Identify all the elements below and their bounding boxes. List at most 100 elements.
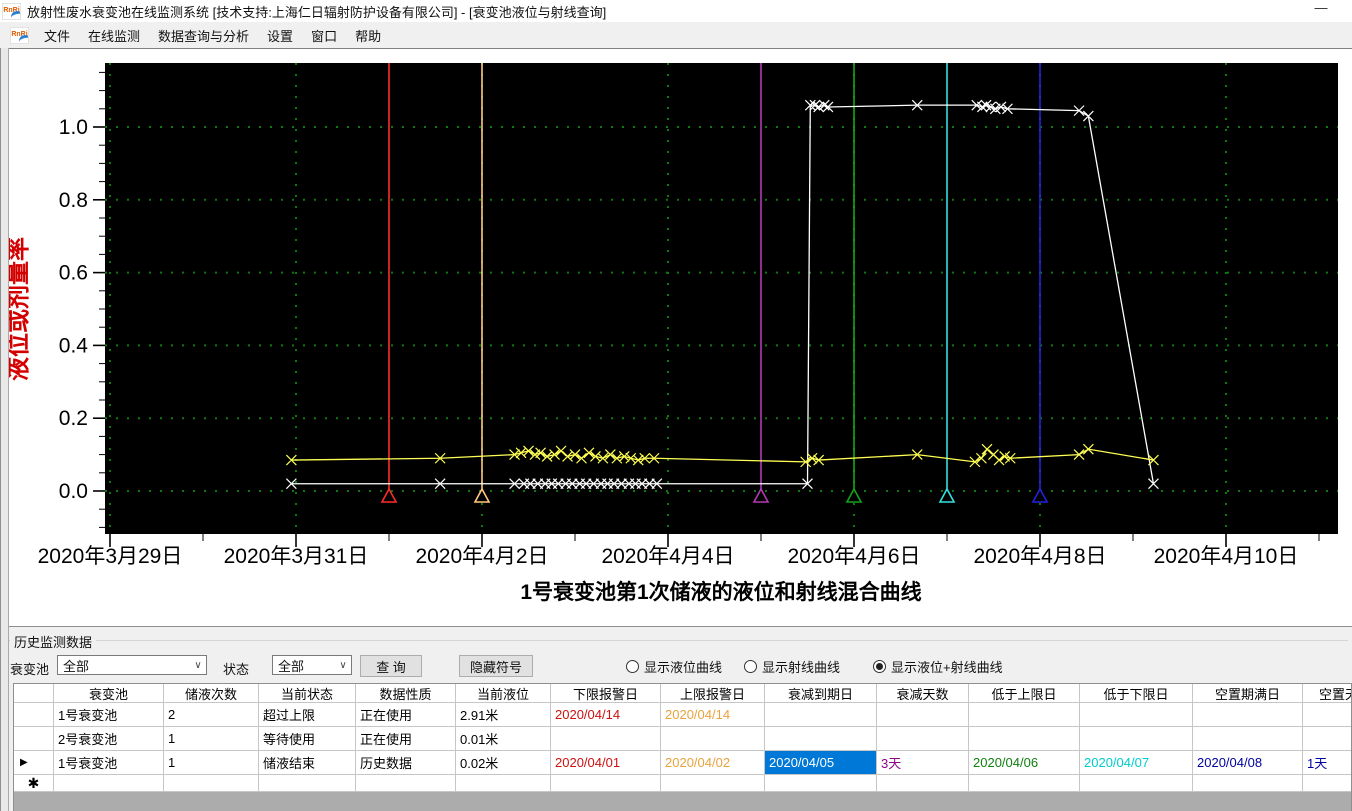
y-tick-label: 0.2 <box>59 407 88 430</box>
cell-r0-c12[interactable] <box>1303 703 1351 727</box>
radio-label: 显示液位+射线曲线 <box>891 660 1003 675</box>
cell-r0-c2[interactable]: 超过上限 <box>259 703 356 727</box>
grid-header-row: 衰变池 储液次数 当前状态 数据性质 当前液位 下限报警日 上限报警日 衰减到期日 衰减天数 低于… <box>14 684 1351 703</box>
row-selector[interactable]: ▶ <box>14 751 54 775</box>
cell-r1-c2[interactable]: 等待使用 <box>259 727 356 751</box>
hide-symbols-button[interactable]: 隐藏符号 <box>459 655 533 677</box>
column-header-11[interactable]: 空置期满日 <box>1193 684 1303 703</box>
cell-r0-c9[interactable] <box>969 703 1080 727</box>
cell-r2-c11[interactable]: 2020/04/08 <box>1193 751 1303 775</box>
column-header-5[interactable]: 下限报警日 <box>551 684 661 703</box>
chevron-down-icon: ∨ <box>339 659 347 671</box>
column-header-9[interactable]: 低于上限日 <box>969 684 1080 703</box>
new-row-cell-11[interactable] <box>1193 775 1303 792</box>
new-row-cell-3[interactable] <box>356 775 456 792</box>
new-row-cell-5[interactable] <box>551 775 661 792</box>
column-header-1[interactable]: 储液次数 <box>164 684 259 703</box>
radio-icon <box>744 660 757 673</box>
x-tick-label: 2020年4月10日 <box>1154 545 1299 568</box>
groupbox-label: 历史监测数据 <box>10 632 97 651</box>
pool-select[interactable]: 全部 ∨ <box>57 655 207 675</box>
cell-r1-c12[interactable] <box>1303 727 1351 751</box>
y-tick-label: 0.0 <box>59 480 88 503</box>
menu-item-5[interactable]: 帮助 <box>346 23 390 48</box>
cell-r1-c10[interactable] <box>1080 727 1193 751</box>
cell-r1-c9[interactable] <box>969 727 1080 751</box>
cell-r1-c0[interactable]: 2号衰变池 <box>54 727 164 751</box>
column-header-3[interactable]: 数据性质 <box>356 684 456 703</box>
y-tick-label: 0.4 <box>59 334 89 357</box>
cell-r1-c8[interactable] <box>877 727 969 751</box>
cell-r2-c4[interactable]: 0.02米 <box>456 751 551 775</box>
column-header-12[interactable]: 空置天数 <box>1303 684 1351 703</box>
radio-curve-option-1[interactable]: 显示射线曲线 <box>744 657 840 676</box>
menu-item-4[interactable]: 窗口 <box>302 23 346 48</box>
row-selector-header <box>14 684 54 703</box>
current-row-icon: ▶ <box>20 757 28 768</box>
mixed-curve-chart: 0.0 0.2 0.4 0.6 0.8 1.0 2020年3月29日 2020年3月31日 20… <box>4 63 1338 604</box>
cell-r1-c5[interactable] <box>551 727 661 751</box>
cell-r1-c6[interactable] <box>661 727 765 751</box>
minimize-button[interactable]: — <box>1308 0 1334 18</box>
new-row-cell-0[interactable] <box>54 775 164 792</box>
cell-r2-c10[interactable]: 2020/04/07 <box>1080 751 1193 775</box>
column-header-0[interactable]: 衰变池 <box>54 684 164 703</box>
new-row-cell-8[interactable] <box>877 775 969 792</box>
new-row-cell-4[interactable] <box>456 775 551 792</box>
cell-r0-c0[interactable]: 1号衰变池 <box>54 703 164 727</box>
column-header-8[interactable]: 衰减天数 <box>877 684 969 703</box>
cell-r1-c11[interactable] <box>1193 727 1303 751</box>
column-header-6[interactable]: 上限报警日 <box>661 684 765 703</box>
cell-r2-c0[interactable]: 1号衰变池 <box>54 751 164 775</box>
query-button[interactable]: 查 询 <box>360 655 422 677</box>
cell-r2-c2[interactable]: 储液结束 <box>259 751 356 775</box>
table-row: 2号衰变池 1 等待使用 正在使用 0.01米 <box>14 727 1351 751</box>
cell-r0-c11[interactable] <box>1193 703 1303 727</box>
column-header-10[interactable]: 低于下限日 <box>1080 684 1193 703</box>
status-select[interactable]: 全部 ∨ <box>272 655 352 675</box>
cell-r1-c1[interactable]: 1 <box>164 727 259 751</box>
radio-icon <box>626 660 639 673</box>
menu-item-2[interactable]: 数据查询与分析 <box>149 23 258 48</box>
column-header-2[interactable]: 当前状态 <box>259 684 356 703</box>
column-header-4[interactable]: 当前液位 <box>456 684 551 703</box>
selected-cell[interactable]: 2020/04/05 <box>765 751 877 775</box>
row-selector[interactable] <box>14 727 54 751</box>
cell-r0-c10[interactable] <box>1080 703 1193 727</box>
cell-r0-c1[interactable]: 2 <box>164 703 259 727</box>
cell-r1-c7[interactable] <box>765 727 877 751</box>
new-row-cell-6[interactable] <box>661 775 765 792</box>
table-row: 1号衰变池 2 超过上限 正在使用 2.91米 2020/04/14 2020/04/14 <box>14 703 1351 727</box>
cell-r2-c9[interactable]: 2020/04/06 <box>969 751 1080 775</box>
window-left-edge <box>0 48 9 811</box>
cell-r0-c4[interactable]: 2.91米 <box>456 703 551 727</box>
column-header-7[interactable]: 衰减到期日 <box>765 684 877 703</box>
radio-curve-option-0[interactable]: 显示液位曲线 <box>626 657 722 676</box>
cell-r0-c3[interactable]: 正在使用 <box>356 703 456 727</box>
new-row-cell-12[interactable] <box>1303 775 1351 792</box>
cell-r2-c12[interactable]: 1天 <box>1303 751 1351 775</box>
new-row-cell-2[interactable] <box>259 775 356 792</box>
cell-r2-c8[interactable]: 3天 <box>877 751 969 775</box>
new-row-cell-1[interactable] <box>164 775 259 792</box>
menu-item-1[interactable]: 在线监测 <box>79 23 149 48</box>
cell-r0-c8[interactable] <box>877 703 969 727</box>
menu-item-3[interactable]: 设置 <box>258 23 302 48</box>
cell-r0-c6[interactable]: 2020/04/14 <box>661 703 765 727</box>
cell-r2-c5[interactable]: 2020/04/01 <box>551 751 661 775</box>
cell-r2-c1[interactable]: 1 <box>164 751 259 775</box>
cell-r1-c4[interactable]: 0.01米 <box>456 727 551 751</box>
new-row-selector[interactable]: ✱ <box>14 775 54 792</box>
new-row-cell-7[interactable] <box>765 775 877 792</box>
menu-item-0[interactable]: 文件 <box>35 23 79 48</box>
cell-r2-c3[interactable]: 历史数据 <box>356 751 456 775</box>
cell-r0-c7[interactable] <box>765 703 877 727</box>
new-row-cell-10[interactable] <box>1080 775 1193 792</box>
radio-curve-option-2[interactable]: 显示液位+射线曲线 <box>873 657 1003 676</box>
cell-r1-c3[interactable]: 正在使用 <box>356 727 456 751</box>
cell-r0-c5[interactable]: 2020/04/14 <box>551 703 661 727</box>
new-row-cell-9[interactable] <box>969 775 1080 792</box>
row-selector[interactable] <box>14 703 54 727</box>
table-row: ▶ 1号衰变池 1 储液结束 历史数据 0.02米 2020/04/01 2020/04/02… <box>14 751 1351 775</box>
cell-r2-c6[interactable]: 2020/04/02 <box>661 751 765 775</box>
